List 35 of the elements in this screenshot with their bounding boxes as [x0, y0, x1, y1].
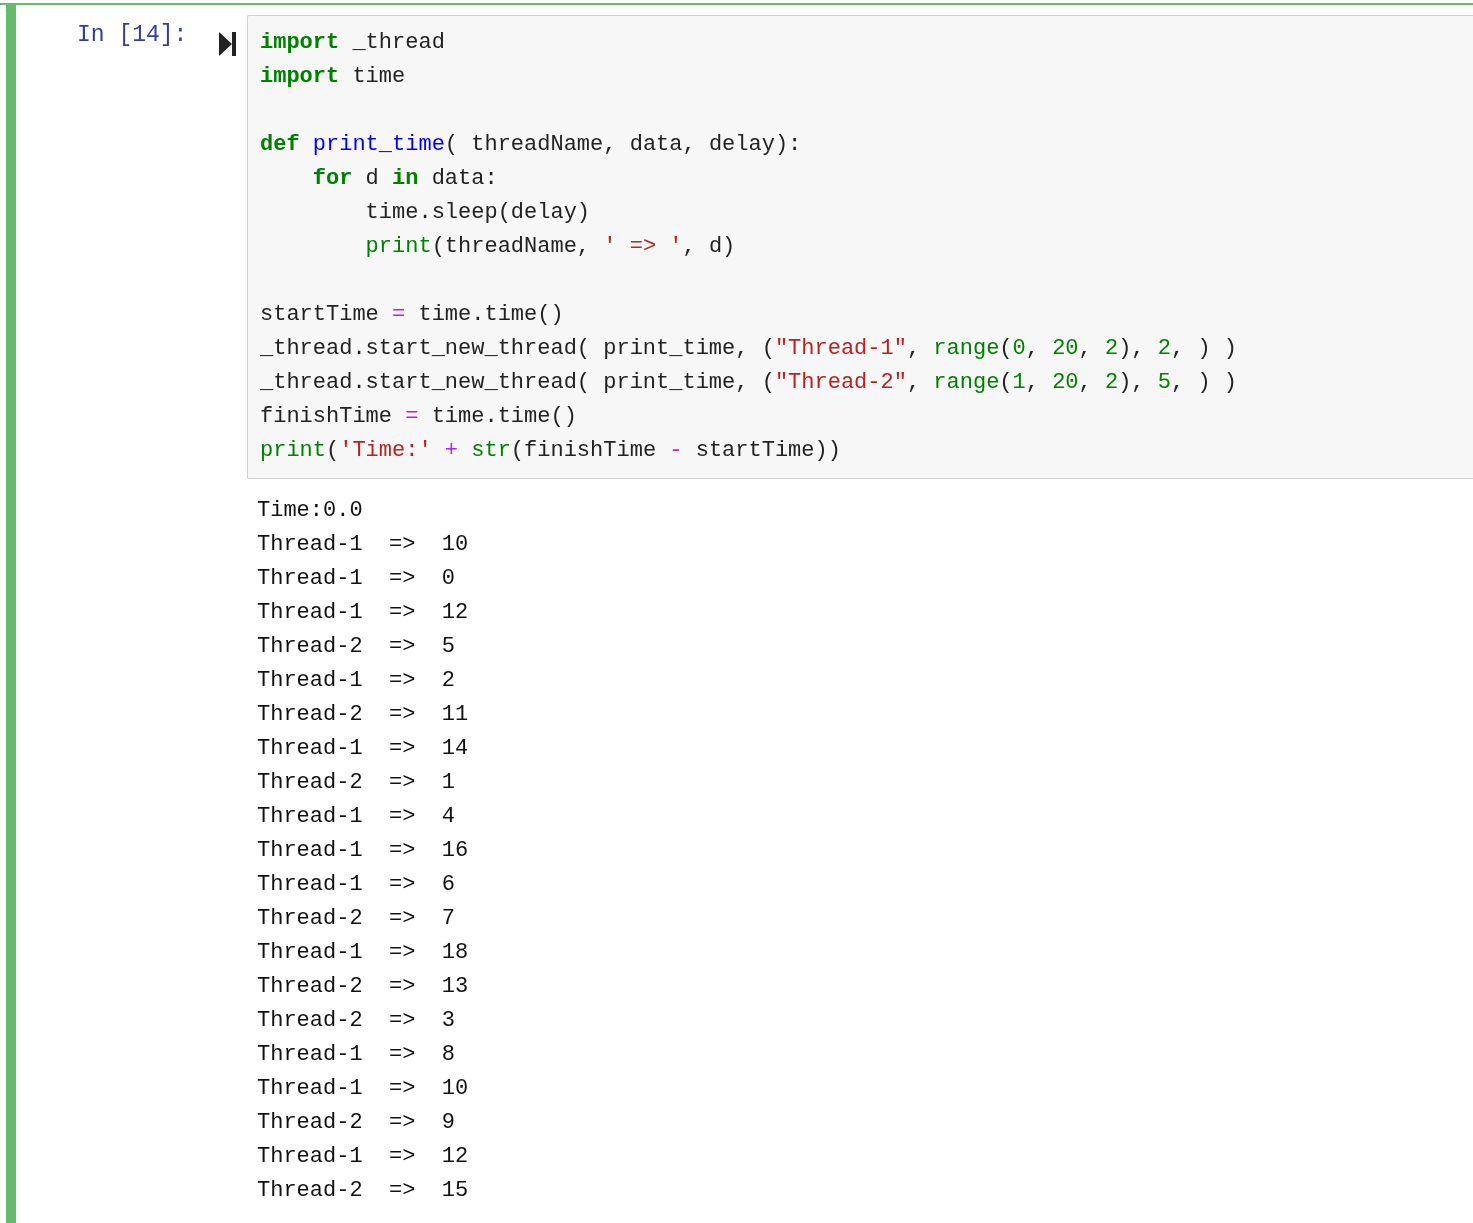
code-line: _thread.start_new_thread( print_time, ("Thread-1", range(0, 20, 2), 2, ) ) [260, 335, 1237, 363]
output-line: Thread-1 => 10 [257, 531, 469, 559]
output-line: Thread-2 => 11 [257, 701, 469, 729]
code-line: print('Time:' + str(finishTime - startTime)) [260, 437, 841, 465]
run-icon[interactable] [219, 32, 237, 56]
input-prompt: In [14]: [77, 21, 188, 50]
output-line: Thread-2 => 5 [257, 633, 456, 661]
output-line: Thread-2 => 3 [257, 1007, 456, 1035]
output-line: Thread-1 => 8 [257, 1041, 456, 1069]
output-line: Time:0.0 [257, 497, 363, 525]
output-line: Thread-1 => 6 [257, 871, 456, 899]
output-line: Thread-2 => 9 [257, 1109, 456, 1137]
output-line: Thread-1 => 18 [257, 939, 469, 967]
code-line: import time [260, 63, 406, 91]
output-line: Thread-2 => 15 [257, 1177, 469, 1205]
code-line: finishTime = time.time() [260, 403, 577, 431]
code-line: for d in data: [311, 165, 498, 193]
code-line: startTime = time.time() [260, 301, 564, 329]
code-line: import _thread [260, 29, 445, 57]
output-line: Thread-1 => 4 [257, 803, 456, 831]
output-line: Thread-1 => 10 [257, 1075, 469, 1103]
code-line: time.sleep(delay) [364, 199, 591, 227]
output-line: Thread-2 => 7 [257, 905, 456, 933]
output-line: Thread-1 => 2 [257, 667, 456, 695]
output-line: Thread-1 => 0 [257, 565, 456, 593]
output-line: Thread-1 => 14 [257, 735, 469, 763]
output-line: Thread-1 => 16 [257, 837, 469, 865]
output-line: Thread-2 => 13 [257, 973, 469, 1001]
code-line: _thread.start_new_thread( print_time, ("Thread-2", range(1, 20, 2), 5, ) ) [260, 369, 1237, 397]
output-line: Thread-2 => 1 [257, 769, 456, 797]
code-line: def print_time( threadName, data, delay): [260, 131, 802, 159]
output-line: Thread-1 => 12 [257, 599, 469, 627]
code-line: print(threadName, ' => ', d) [364, 233, 736, 261]
code-editor[interactable] [247, 15, 1473, 479]
output-line: Thread-1 => 12 [257, 1143, 469, 1171]
